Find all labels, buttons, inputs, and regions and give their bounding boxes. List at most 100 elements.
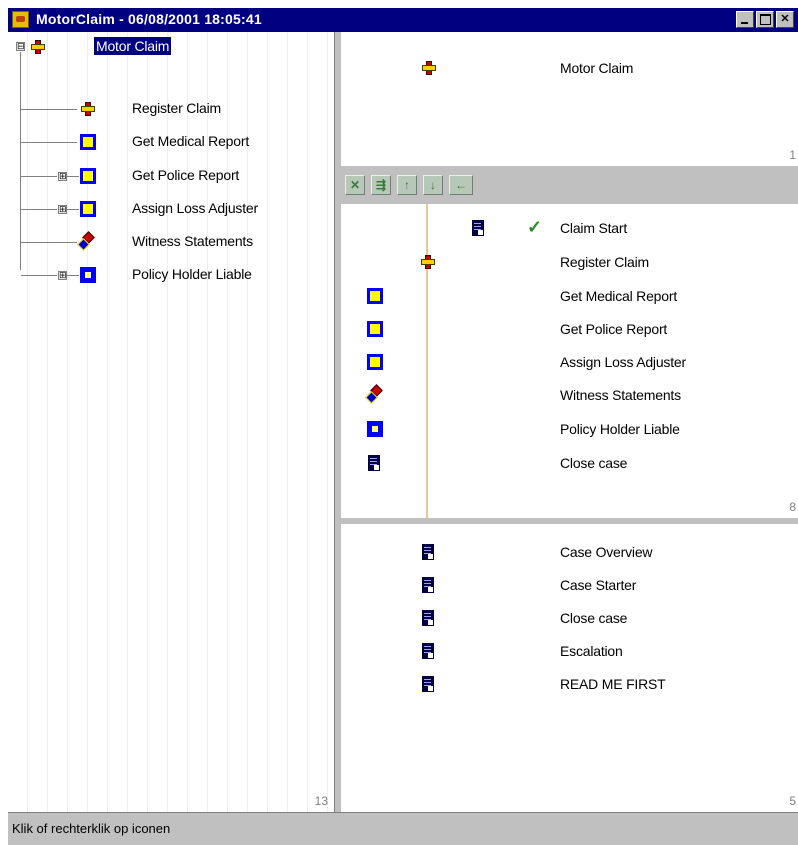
document-icon — [472, 220, 484, 236]
tree-item-label: Register Claim — [132, 100, 221, 116]
document-item-read-me-first[interactable]: READ ME FIRST — [341, 674, 791, 696]
document-item-case-overview[interactable]: Case Overview — [341, 542, 791, 564]
tree-connector — [67, 176, 79, 177]
tree-item-label: Assign Loss Adjuster — [132, 200, 258, 216]
process-icon — [30, 39, 46, 55]
timeline-item-get-police-report[interactable]: Get Police Report — [341, 319, 791, 341]
timeline-item-label: Witness Statements — [560, 387, 681, 403]
minimize-button[interactable] — [736, 11, 754, 28]
timeline-item-assign-loss-adjuster[interactable]: Assign Loss Adjuster — [341, 352, 791, 374]
status-bar: Klik of rechterklik op iconen — [8, 812, 798, 845]
multi-task-icon — [78, 233, 94, 249]
tree-item-get-medical-report[interactable]: Get Medical Report — [8, 131, 328, 153]
tree-root-label[interactable]: Motor Claim — [94, 37, 172, 55]
hierarchy-tool-button[interactable]: ⇶ — [371, 175, 391, 195]
expand-icon[interactable]: ⊞ — [58, 271, 67, 280]
task-icon — [80, 134, 96, 150]
document-item-case-starter[interactable]: Case Starter — [341, 575, 791, 597]
document-icon — [422, 676, 434, 692]
status-text: Klik of rechterklik op iconen — [12, 821, 171, 836]
expand-icon[interactable]: ⊞ — [58, 205, 67, 214]
task-icon — [367, 354, 383, 370]
register-claim-icon — [80, 101, 96, 117]
process-label: Motor Claim — [560, 60, 634, 76]
move-down-button[interactable]: ↓ — [423, 175, 443, 195]
document-label: Close case — [560, 610, 628, 626]
window-title: MotorClaim - 06/08/2001 18:05:41 — [36, 11, 262, 27]
timeline-item-policy-holder-liable[interactable]: Policy Holder Liable — [341, 419, 791, 441]
process-icon — [421, 60, 437, 76]
tree-item-get-police-report[interactable]: ⊞ Get Police Report — [8, 165, 328, 187]
document-icon — [368, 455, 380, 471]
tree-connector — [21, 142, 77, 143]
timeline-item-witness-statements[interactable]: Witness Statements — [341, 385, 791, 407]
tree-item-witness-statements[interactable]: Witness Statements — [8, 231, 328, 253]
expand-icon[interactable]: ⊞ — [58, 172, 67, 181]
timeline-item-claim-start[interactable]: ✓ Claim Start — [341, 217, 791, 240]
task-icon — [80, 168, 96, 184]
document-label: Case Overview — [560, 544, 653, 560]
timeline-panel[interactable]: ✓ Claim Start Register Claim Get Medical… — [341, 204, 798, 518]
close-button[interactable]: ✕ — [776, 11, 794, 28]
main-window: MotorClaim - 06/08/2001 18:05:41 ✕ ⊟ Mot… — [8, 8, 798, 845]
tree-connector — [67, 209, 79, 210]
timeline-item-label: Get Police Report — [560, 321, 668, 337]
document-item-escalation[interactable]: Escalation — [341, 641, 791, 663]
timeline-item-label: Claim Start — [560, 220, 628, 236]
tree-item-label: Witness Statements — [132, 233, 253, 249]
documents-count: 5 — [789, 794, 796, 808]
tree-connector — [21, 242, 77, 243]
timeline-item-get-medical-report[interactable]: Get Medical Report — [341, 286, 791, 308]
back-button[interactable]: ← — [449, 175, 473, 195]
document-icon — [422, 544, 434, 560]
tree-item-label: Get Police Report — [132, 167, 240, 183]
window-controls: ✕ — [736, 11, 794, 28]
decision-icon — [80, 267, 96, 283]
tree-item-register-claim[interactable]: Register Claim — [8, 98, 328, 120]
move-up-button[interactable]: ↑ — [397, 175, 417, 195]
task-icon — [80, 201, 96, 217]
timeline-item-label: Assign Loss Adjuster — [560, 354, 686, 370]
tree-connector — [21, 275, 57, 276]
process-overview-panel[interactable]: Motor Claim 1 — [341, 32, 798, 166]
task-icon — [367, 288, 383, 304]
title-bar[interactable]: MotorClaim - 06/08/2001 18:05:41 ✕ — [8, 8, 798, 32]
timeline-item-label: Get Medical Report — [560, 288, 678, 304]
tree-item-label: Get Medical Report — [132, 133, 250, 149]
delete-tool-button[interactable]: ✕ — [345, 175, 365, 195]
checkmark-icon: ✓ — [527, 217, 543, 237]
timeline-count: 8 — [789, 500, 796, 514]
timeline-item-close-case[interactable]: Close case — [341, 453, 791, 475]
multi-task-icon — [366, 386, 382, 402]
document-icon — [422, 577, 434, 593]
tree-root[interactable]: ⊟ Motor Claim — [8, 36, 328, 58]
process-tree-panel[interactable]: ⊟ Motor Claim Register Claim Get Medical… — [8, 32, 335, 812]
task-icon — [367, 321, 383, 337]
app-icon[interactable] — [12, 11, 29, 28]
tree-connector — [67, 275, 79, 276]
process-row[interactable]: Motor Claim — [341, 58, 791, 80]
maximize-button[interactable] — [756, 11, 774, 28]
close-icon: ✕ — [780, 13, 790, 25]
documents-panel[interactable]: Case Overview Case Starter Close case Es… — [341, 524, 798, 812]
document-label: Escalation — [560, 643, 623, 659]
tree-item-assign-loss-adjuster[interactable]: ⊞ Assign Loss Adjuster — [8, 198, 328, 220]
document-label: READ ME FIRST — [560, 676, 666, 692]
tree-connector — [21, 109, 77, 110]
toolbar: ✕ ⇶ ↑ ↓ ← — [341, 166, 798, 204]
register-claim-icon — [420, 254, 436, 270]
decision-icon — [367, 421, 383, 437]
collapse-icon[interactable]: ⊟ — [16, 42, 25, 51]
timeline-item-register-claim[interactable]: Register Claim — [341, 252, 791, 274]
document-icon — [422, 643, 434, 659]
document-label: Case Starter — [560, 577, 637, 593]
document-item-close-case[interactable]: Close case — [341, 608, 791, 630]
timeline-item-label: Register Claim — [560, 254, 649, 270]
process-count: 1 — [789, 148, 796, 162]
tree-item-policy-holder-liable[interactable]: ⊞ Policy Holder Liable — [8, 264, 328, 286]
document-icon — [422, 610, 434, 626]
tree-connector — [21, 176, 57, 177]
tree-count: 13 — [314, 794, 328, 808]
timeline-item-label: Policy Holder Liable — [560, 421, 680, 437]
tree-connector — [21, 209, 57, 210]
